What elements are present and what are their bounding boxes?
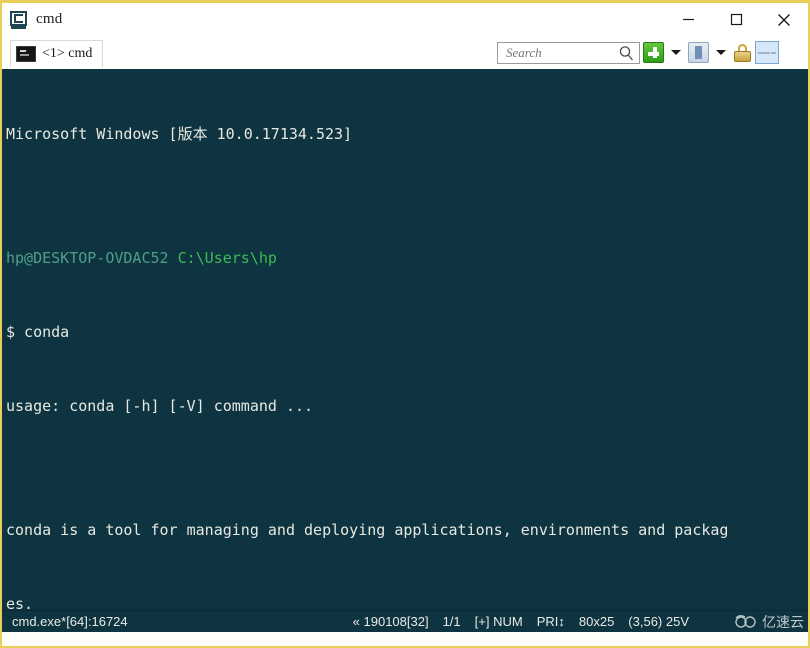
status-cursor: (3,56) 25V	[628, 614, 689, 629]
status-pages: 1/1	[442, 614, 461, 629]
terminal-line: es.	[6, 594, 34, 610]
terminal-line: usage: conda [-h] [-V] command ...	[6, 397, 314, 416]
terminal-output[interactable]: Microsoft Windows [版本 10.0.17134.523] hp…	[2, 69, 808, 610]
maximize-button[interactable]	[712, 3, 760, 36]
cloud-logo	[735, 615, 756, 628]
active-console-button[interactable]	[688, 42, 709, 63]
close-button[interactable]	[760, 3, 808, 36]
console-tab-icon	[16, 46, 36, 62]
toolbar	[497, 36, 804, 69]
tab-label: <1> cmd	[42, 46, 93, 61]
conemu-window: cmd <1> cmd Search Microsoft Windows [版本…	[0, 0, 810, 648]
active-console-chevron-down-icon[interactable]	[716, 50, 726, 55]
status-build: « 190108[32]	[352, 614, 429, 629]
title-bar: cmd	[2, 3, 808, 36]
search-input[interactable]	[504, 43, 617, 62]
status-bar: cmd.exe*[64]:16724 « 190108[32] 1/1 [+] …	[2, 610, 808, 632]
prompt-user: hp@DESKTOP-OVDAC52	[6, 248, 169, 267]
new-console-button[interactable]	[643, 42, 664, 63]
tab-cmd-1[interactable]: <1> cmd	[10, 40, 104, 67]
window-controls	[664, 3, 808, 36]
minimize-icon	[682, 18, 694, 21]
status-priority: PRI↕	[536, 614, 565, 629]
console-icon	[10, 10, 28, 29]
close-icon	[778, 13, 790, 26]
minimize-button[interactable]	[664, 3, 712, 36]
status-flags: [+] NUM	[474, 614, 523, 629]
status-process: cmd.exe*[64]:16724	[12, 614, 128, 629]
hamburger-menu-icon[interactable]	[782, 43, 804, 63]
terminal-line: Microsoft Windows [版本 10.0.17134.523]	[6, 125, 353, 144]
lock-icon[interactable]	[733, 43, 752, 63]
split-view-icon[interactable]	[755, 41, 779, 64]
terminal-line: $ conda	[6, 323, 70, 342]
maximize-icon	[730, 13, 742, 26]
window-title: cmd	[36, 11, 63, 27]
terminal-prompt-line: hp@DESKTOP-OVDAC52 C:\Users\hp	[6, 246, 808, 271]
status-size: 80x25	[578, 614, 615, 629]
prompt-path: C:\Users\hp	[177, 248, 277, 267]
search-box[interactable]	[497, 41, 640, 64]
terminal-line: conda is a tool for managing and deployi…	[6, 520, 729, 539]
watermark: 亿速云	[734, 611, 804, 632]
new-console-chevron-down-icon[interactable]	[671, 50, 681, 55]
watermark-text: 亿速云	[762, 614, 804, 630]
search-icon	[619, 45, 633, 60]
tab-bar: <1> cmd	[2, 36, 808, 69]
